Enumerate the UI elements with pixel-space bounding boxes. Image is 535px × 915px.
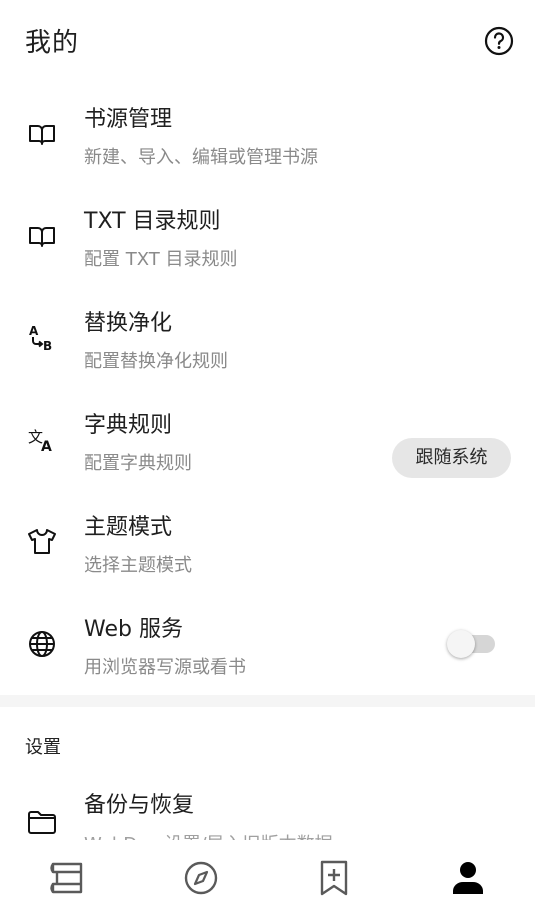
item-label: TXT 目录规则: [84, 209, 221, 234]
item-label: 字典规则: [84, 413, 173, 438]
help-circle-icon[interactable]: [484, 26, 514, 56]
list-item-backup-restore[interactable]: 备份与恢复 WebDav 设置/导入旧版本数据: [0, 780, 535, 840]
item-sub: 新建、导入、编辑或管理书源: [84, 147, 318, 168]
svg-text:A: A: [29, 324, 39, 338]
item-label: Web 服务: [84, 617, 183, 642]
bottom-navigation: [0, 840, 535, 915]
item-sub: 用浏览器写源或看书: [84, 657, 246, 678]
item-sub: 选择主题模式: [84, 555, 192, 576]
svg-text:B: B: [43, 339, 52, 353]
svg-text:A: A: [41, 439, 52, 455]
globe-icon: [26, 628, 58, 660]
section-divider: [0, 695, 535, 707]
bookmark-add-icon[interactable]: [314, 858, 354, 898]
web-service-switch[interactable]: [447, 628, 495, 658]
switch-thumb: [447, 630, 475, 658]
tshirt-icon: [26, 526, 58, 558]
book-open-icon: [26, 118, 58, 150]
book-open-icon: [26, 220, 58, 252]
item-label: 主题模式: [84, 515, 173, 540]
section-title: 设置: [25, 737, 61, 758]
item-sub: WebDav 设置/导入旧版本数据: [84, 830, 333, 840]
item-sub: 配置 TXT 目录规则: [84, 249, 238, 270]
list-item-theme-mode[interactable]: 主题模式 选择主题模式: [0, 492, 535, 594]
app-bar: 我的: [0, 0, 535, 84]
a-to-b-icon: A B: [26, 322, 58, 354]
list-item-replace-rules[interactable]: A B 替换净化 配置替换净化规则: [0, 288, 535, 390]
settings-list: 书源管理 新建、导入、编辑或管理书源 TXT 目录规则 配置 TXT 目录规则 …: [0, 84, 535, 696]
theme-mode-chip[interactable]: 跟随系统: [392, 438, 511, 478]
item-sub: 配置字典规则: [84, 453, 192, 474]
compass-icon[interactable]: [181, 858, 221, 898]
list-item-txt-toc-rules[interactable]: TXT 目录规则 配置 TXT 目录规则: [0, 186, 535, 288]
list-item-book-sources[interactable]: 书源管理 新建、导入、编辑或管理书源: [0, 84, 535, 186]
folder-icon: [26, 806, 58, 838]
item-label: 备份与恢复: [84, 793, 195, 818]
translate-icon: 文 A: [26, 424, 58, 456]
bookshelf-icon[interactable]: [47, 858, 87, 898]
item-label: 书源管理: [84, 107, 173, 132]
page-title: 我的: [25, 28, 80, 58]
person-icon[interactable]: [448, 858, 488, 898]
item-label: 替换净化: [84, 311, 173, 336]
item-sub: 配置替换净化规则: [84, 351, 228, 372]
